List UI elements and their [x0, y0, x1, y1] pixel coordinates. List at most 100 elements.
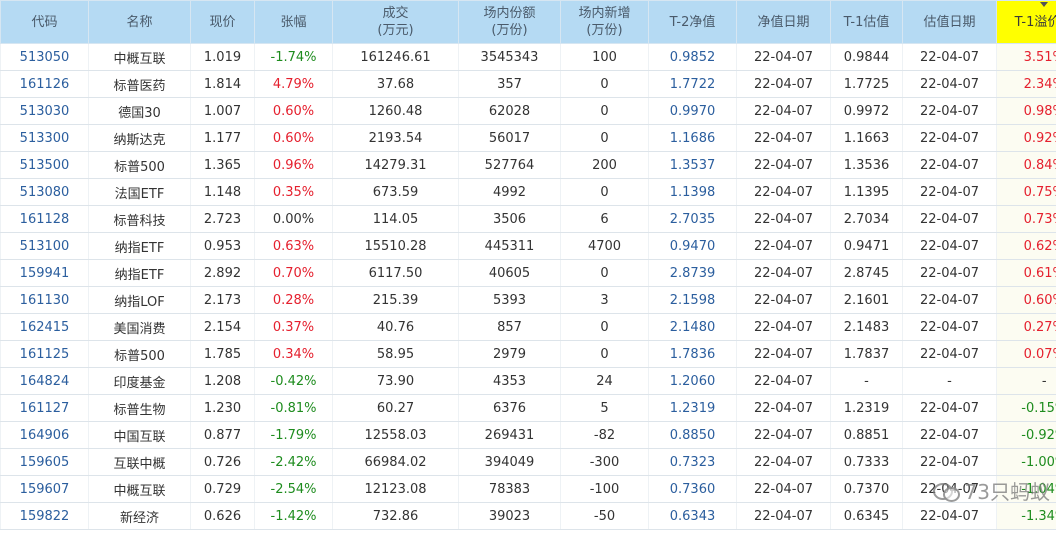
header-col-new-shares[interactable]: 场内新增 (万份): [560, 0, 649, 44]
table-row[interactable]: 513030 德国30 1.007 0.60% 1260.48 62028 0 0.9970 2…: [0, 97, 1056, 125]
est-date: 22-04-07: [902, 286, 997, 314]
est-date: 22-04-07: [902, 97, 997, 125]
code-link[interactable]: 161130: [0, 286, 89, 314]
header-col-t2-nav[interactable]: T-2净值: [648, 0, 737, 44]
table-row[interactable]: 513050 中概互联 1.019 -1.74% 161246.61 3545343 100…: [0, 43, 1056, 71]
header-col-nav-date[interactable]: 净值日期: [736, 0, 831, 44]
code-link[interactable]: 164824: [0, 367, 89, 395]
table-row[interactable]: 161125 标普500 1.785 0.34% 58.95 2979 0 1.7836 22-…: [0, 340, 1056, 368]
code-link[interactable]: 513080: [0, 178, 89, 206]
t1-estimate: 0.8851: [830, 421, 903, 449]
table-row[interactable]: 159605 互联中概 0.726 -2.42% 66984.02 394049 -300 0…: [0, 448, 1056, 476]
t2-nav[interactable]: 0.7323: [648, 448, 737, 476]
header-col-change[interactable]: 张幅: [254, 0, 333, 44]
header-col-t1-premium[interactable]: T-1溢价率: [996, 0, 1056, 44]
code-link[interactable]: 159607: [0, 475, 89, 503]
fund-premium-table: 代码 名称 现价 张幅 成交 (万元) 场内份额 (万份) 场内新增 (万份) T-2净值 净值日期 T…: [0, 0, 1056, 530]
t2-nav[interactable]: 1.2319: [648, 394, 737, 422]
header-col-price[interactable]: 现价: [190, 0, 255, 44]
table-row[interactable]: 162415 美国消费 2.154 0.37% 40.76 857 0 2.1480 22-04…: [0, 313, 1056, 341]
fund-name: 中概互联: [88, 475, 191, 503]
new-shares: 0: [560, 259, 649, 287]
t1-premium: 2.34%: [996, 70, 1056, 98]
header-col-shares[interactable]: 场内份额 (万份): [458, 0, 561, 44]
t2-nav[interactable]: 0.7360: [648, 475, 737, 503]
t1-premium: 0.27%: [996, 313, 1056, 341]
code-link[interactable]: 161126: [0, 70, 89, 98]
new-shares: 100: [560, 43, 649, 71]
code-link[interactable]: 161125: [0, 340, 89, 368]
t2-nav[interactable]: 2.1480: [648, 313, 737, 341]
change-pct: 0.60%: [254, 124, 333, 152]
volume: 2193.54: [332, 124, 459, 152]
volume: 161246.61: [332, 43, 459, 71]
header-col-name[interactable]: 名称: [88, 0, 191, 44]
table-row[interactable]: 164906 中国互联 0.877 -1.79% 12558.03 269431 -82 0.…: [0, 421, 1056, 449]
table-row[interactable]: 161127 标普生物 1.230 -0.81% 60.27 6376 5 1.2319 22-…: [0, 394, 1056, 422]
table-row[interactable]: 513100 纳指ETF 0.953 0.63% 15510.28 445311 4700 0…: [0, 232, 1056, 260]
price: 1.007: [190, 97, 255, 125]
code-link[interactable]: 159941: [0, 259, 89, 287]
header-col-code[interactable]: 代码: [0, 0, 89, 44]
t2-nav[interactable]: 2.8739: [648, 259, 737, 287]
code-link[interactable]: 164906: [0, 421, 89, 449]
t1-estimate: 2.1601: [830, 286, 903, 314]
t2-nav[interactable]: 1.1686: [648, 124, 737, 152]
fund-name: 标普500: [88, 151, 191, 179]
change-pct: 0.70%: [254, 259, 333, 287]
header-col-t1-est[interactable]: T-1估值: [830, 0, 903, 44]
table-row[interactable]: 159822 新经济 0.626 -1.42% 732.86 39023 -50 0.6343…: [0, 502, 1056, 530]
table-row[interactable]: 159607 中概互联 0.729 -2.54% 12123.08 78383 -100 0.…: [0, 475, 1056, 503]
fund-name: 纳指ETF: [88, 232, 191, 260]
t2-nav[interactable]: 1.2060: [648, 367, 737, 395]
header-col-est-date[interactable]: 估值日期: [902, 0, 997, 44]
t2-nav[interactable]: 2.1598: [648, 286, 737, 314]
est-date: 22-04-07: [902, 259, 997, 287]
shares: 78383: [458, 475, 561, 503]
table-row[interactable]: 513500 标普500 1.365 0.96% 14279.31 527764 200 1.…: [0, 151, 1056, 179]
t2-nav[interactable]: 0.9970: [648, 97, 737, 125]
new-shares: 0: [560, 178, 649, 206]
table-row[interactable]: 164824 印度基金 1.208 -0.42% 73.90 4353 24 1.2060 22…: [0, 367, 1056, 395]
t2-nav[interactable]: 0.6343: [648, 502, 737, 530]
est-date: 22-04-07: [902, 448, 997, 476]
code-link[interactable]: 159605: [0, 448, 89, 476]
t2-nav[interactable]: 0.8850: [648, 421, 737, 449]
change-pct: 0.28%: [254, 286, 333, 314]
table-row[interactable]: 159941 纳指ETF 2.892 0.70% 6117.50 40605 0 2.8739…: [0, 259, 1056, 287]
code-link[interactable]: 161127: [0, 394, 89, 422]
table-row[interactable]: 161126 标普医药 1.814 4.79% 37.68 357 0 1.7722 22-04…: [0, 70, 1056, 98]
code-link[interactable]: 159822: [0, 502, 89, 530]
t2-nav[interactable]: 2.7035: [648, 205, 737, 233]
t2-nav[interactable]: 1.7836: [648, 340, 737, 368]
code-link[interactable]: 513050: [0, 43, 89, 71]
code-link[interactable]: 513300: [0, 124, 89, 152]
new-shares: 0: [560, 70, 649, 98]
t2-nav[interactable]: 1.3537: [648, 151, 737, 179]
code-link[interactable]: 513030: [0, 97, 89, 125]
code-link[interactable]: 513500: [0, 151, 89, 179]
new-shares: 4700: [560, 232, 649, 260]
t1-estimate: 1.1663: [830, 124, 903, 152]
t2-nav[interactable]: 1.1398: [648, 178, 737, 206]
table-row[interactable]: 161130 纳指LOF 2.173 0.28% 215.39 5393 3 2.1598 22…: [0, 286, 1056, 314]
shares: 40605: [458, 259, 561, 287]
code-link[interactable]: 161128: [0, 205, 89, 233]
price: 2.892: [190, 259, 255, 287]
header-col-volume[interactable]: 成交 (万元): [332, 0, 459, 44]
volume: 114.05: [332, 205, 459, 233]
code-link[interactable]: 162415: [0, 313, 89, 341]
price: 0.877: [190, 421, 255, 449]
t2-nav[interactable]: 1.7722: [648, 70, 737, 98]
code-link[interactable]: 513100: [0, 232, 89, 260]
t1-estimate: 1.1395: [830, 178, 903, 206]
t2-nav[interactable]: 0.9470: [648, 232, 737, 260]
t1-premium: 0.61%: [996, 259, 1056, 287]
t2-nav[interactable]: 0.9852: [648, 43, 737, 71]
table-row[interactable]: 513300 纳斯达克 1.177 0.60% 2193.54 56017 0 1.1686 2…: [0, 124, 1056, 152]
change-pct: 0.34%: [254, 340, 333, 368]
price: 1.365: [190, 151, 255, 179]
new-shares: 0: [560, 97, 649, 125]
table-row[interactable]: 513080 法国ETF 1.148 0.35% 673.59 4992 0 1.1398 22…: [0, 178, 1056, 206]
table-row[interactable]: 161128 标普科技 2.723 0.00% 114.05 3506 6 2.7035 22-…: [0, 205, 1056, 233]
